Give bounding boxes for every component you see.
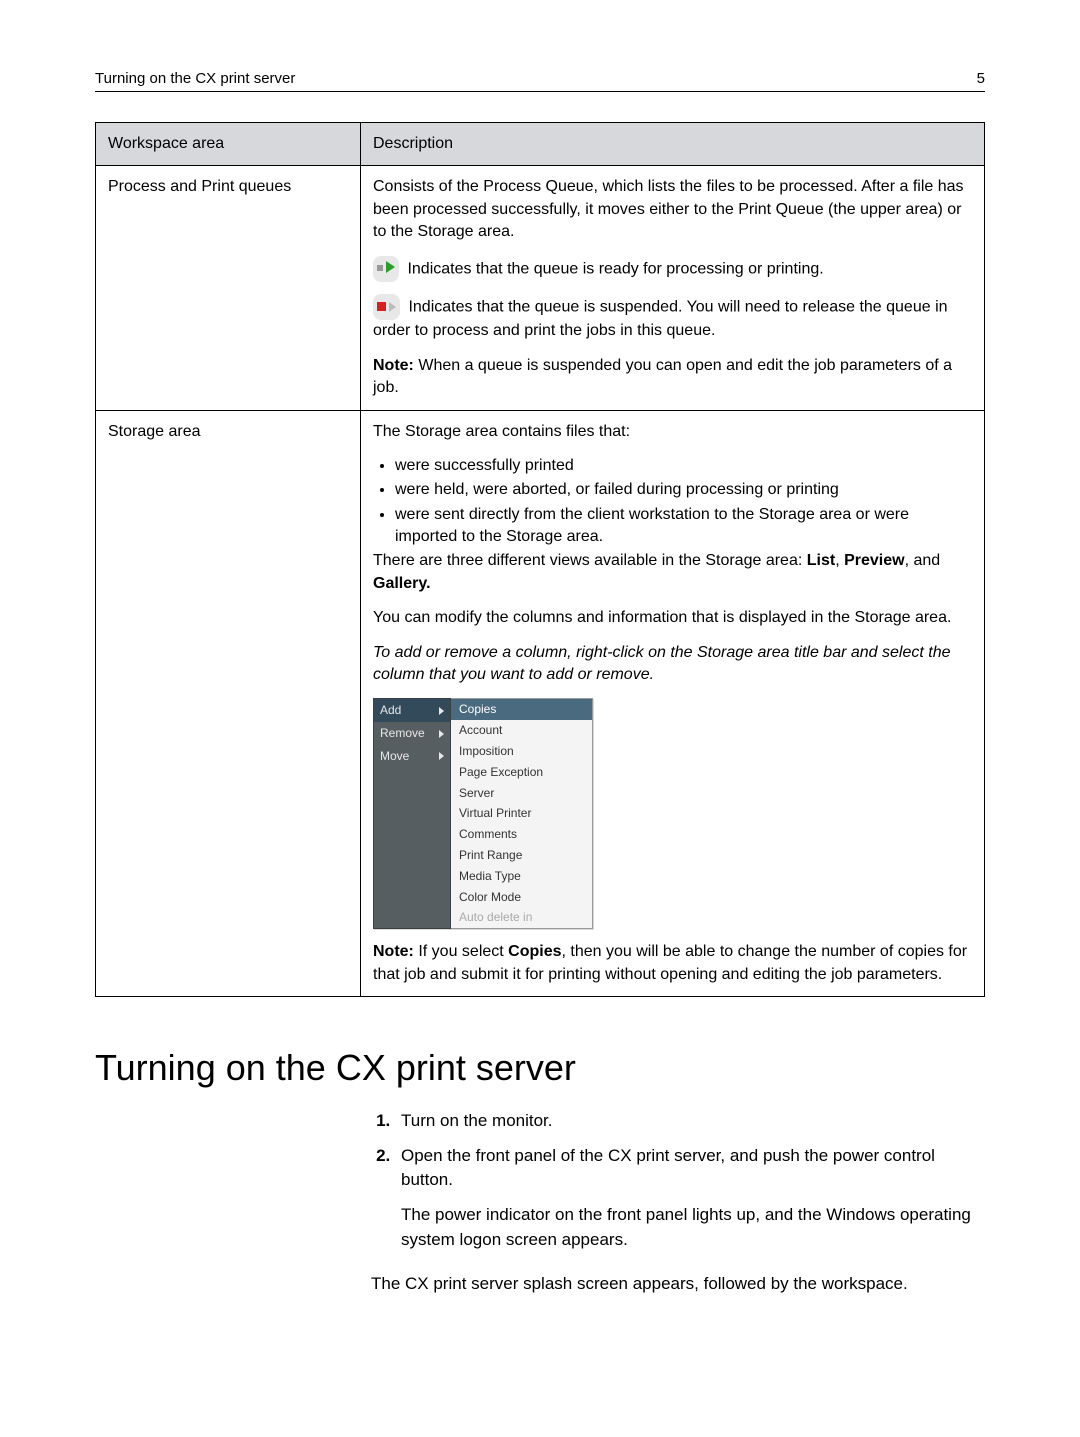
menu-left-panel: Add Remove Move bbox=[373, 698, 451, 929]
submenu-item: Virtual Printer bbox=[451, 803, 592, 824]
note-label: Note: bbox=[373, 943, 414, 960]
submenu-item: Copies bbox=[451, 699, 592, 720]
menu-item-remove: Remove bbox=[374, 722, 450, 745]
header-page-number: 5 bbox=[977, 70, 985, 87]
note-label: Note: bbox=[373, 357, 414, 374]
desc-paragraph: Indicates that the queue is suspended. Y… bbox=[373, 294, 972, 343]
desc-paragraph: The Storage area contains files that: bbox=[373, 421, 972, 443]
desc-text: Indicates that the queue is suspended. Y… bbox=[373, 298, 948, 339]
desc-text: Indicates that the queue is ready for pr… bbox=[403, 260, 824, 277]
desc-paragraph: There are three different views availabl… bbox=[373, 550, 972, 595]
menu-item-add: Add bbox=[374, 699, 450, 722]
menu-item-move: Move bbox=[374, 745, 450, 768]
note-text: When a queue is suspended you can open a… bbox=[373, 357, 952, 396]
header-title: Turning on the CX print server bbox=[95, 70, 295, 87]
desc-paragraph: Indicates that the queue is ready for pr… bbox=[373, 256, 972, 282]
submenu-item-disabled: Auto delete in bbox=[451, 907, 592, 928]
queue-ready-icon bbox=[373, 256, 399, 282]
chevron-right-icon bbox=[439, 707, 444, 715]
view-name: List bbox=[807, 552, 835, 569]
menu-right-panel: Copies Account Imposition Page Exception… bbox=[451, 698, 593, 929]
col-description: Description bbox=[361, 123, 985, 166]
cell-area: Storage area bbox=[96, 410, 361, 996]
cell-area: Process and Print queues bbox=[96, 166, 361, 410]
col-workspace-area: Workspace area bbox=[96, 123, 361, 166]
step-item: Open the front panel of the CX print ser… bbox=[395, 1144, 985, 1253]
chevron-right-icon bbox=[439, 730, 444, 738]
section-heading: Turning on the CX print server bbox=[95, 1047, 985, 1089]
submenu-item: Color Mode bbox=[451, 887, 592, 908]
final-paragraph: The CX print server splash screen appear… bbox=[371, 1272, 985, 1297]
queue-suspended-icon bbox=[373, 294, 400, 320]
note-text: If you select bbox=[414, 943, 508, 960]
cell-desc: Consists of the Process Queue, which lis… bbox=[361, 166, 985, 410]
step-item: Turn on the monitor. bbox=[395, 1109, 985, 1134]
desc-note: Note: If you select Copies, then you wil… bbox=[373, 941, 972, 986]
desc-paragraph: You can modify the columns and informati… bbox=[373, 607, 972, 629]
steps-list: Turn on the monitor. Open the front pane… bbox=[95, 1109, 985, 1252]
desc-text: , and bbox=[905, 552, 941, 569]
context-menu-screenshot: Add Remove Move Copies Account Impositio… bbox=[373, 698, 593, 929]
table-row: Storage area The Storage area contains f… bbox=[96, 410, 985, 996]
step-subtext: The power indicator on the front panel l… bbox=[401, 1203, 985, 1252]
submenu-item: Page Exception bbox=[451, 762, 592, 783]
desc-note: Note: When a queue is suspended you can … bbox=[373, 355, 972, 400]
submenu-item: Imposition bbox=[451, 741, 592, 762]
submenu-item: Account bbox=[451, 720, 592, 741]
view-name: Preview bbox=[844, 552, 904, 569]
bullet-list: were successfully printed were held, wer… bbox=[377, 455, 972, 549]
list-item: were sent directly from the client works… bbox=[395, 504, 972, 549]
view-name: Gallery. bbox=[373, 575, 431, 592]
desc-instruction: To add or remove a column, right-click o… bbox=[373, 642, 972, 687]
cell-desc: The Storage area contains files that: we… bbox=[361, 410, 985, 996]
note-keyword: Copies bbox=[508, 943, 561, 960]
page-header: Turning on the CX print server 5 bbox=[95, 70, 985, 92]
submenu-item: Media Type bbox=[451, 866, 592, 887]
list-item: were successfully printed bbox=[395, 455, 972, 477]
chevron-right-icon bbox=[439, 752, 444, 760]
submenu-item: Print Range bbox=[451, 845, 592, 866]
submenu-item: Server bbox=[451, 783, 592, 804]
desc-text: , bbox=[835, 552, 844, 569]
workspace-table: Workspace area Description Process and P… bbox=[95, 122, 985, 997]
list-item: were held, were aborted, or failed durin… bbox=[395, 479, 972, 501]
desc-paragraph: Consists of the Process Queue, which lis… bbox=[373, 176, 972, 243]
submenu-item: Comments bbox=[451, 824, 592, 845]
step-text: Open the front panel of the CX print ser… bbox=[401, 1146, 935, 1190]
table-row: Process and Print queues Consists of the… bbox=[96, 166, 985, 410]
desc-text: There are three different views availabl… bbox=[373, 552, 807, 569]
